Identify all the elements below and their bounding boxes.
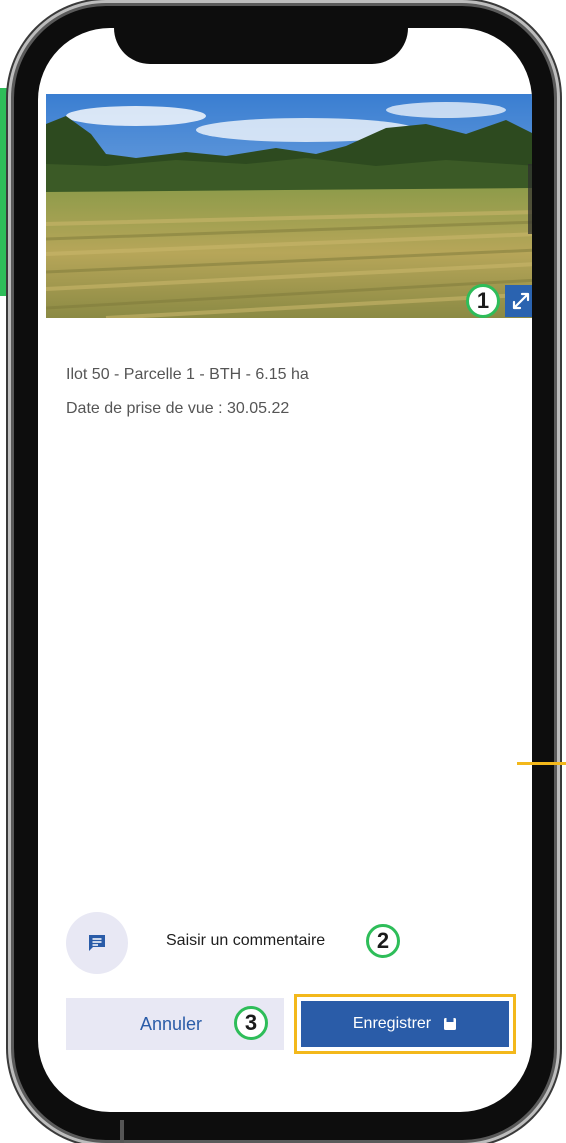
phone-frame: 1 Ilot 50 - Parcelle 1 - BTH - 6.15 ha D… — [14, 6, 554, 1140]
field-photo[interactable] — [46, 94, 532, 318]
side-button — [7, 230, 13, 270]
annotation-badge-2: 2 — [366, 924, 400, 958]
comment-icon — [89, 935, 105, 951]
comment-input-label[interactable]: Saisir un commentaire — [166, 932, 325, 950]
parcel-title: Ilot 50 - Parcelle 1 - BTH - 6.15 ha — [66, 366, 309, 383]
photo-date: Date de prise de vue : 30.05.22 — [66, 400, 290, 417]
app-screen: 1 Ilot 50 - Parcelle 1 - BTH - 6.15 ha D… — [38, 28, 532, 1112]
save-icon — [444, 1018, 457, 1030]
annotation-badge-3: 3 — [234, 1006, 268, 1040]
comment-button[interactable] — [66, 912, 128, 974]
phone-notch — [114, 6, 408, 64]
save-button[interactable]: Enregistrer — [301, 1001, 509, 1047]
side-button — [7, 404, 13, 476]
annotation-connector — [517, 762, 566, 765]
save-button-highlight: Enregistrer — [294, 994, 516, 1054]
expand-icon — [512, 292, 530, 310]
expand-button[interactable] — [505, 285, 532, 317]
phone-stand — [120, 1120, 124, 1143]
side-button — [7, 316, 13, 376]
annotation-badge-1: 1 — [466, 284, 500, 318]
save-button-label: Enregistrer — [352, 1015, 432, 1032]
